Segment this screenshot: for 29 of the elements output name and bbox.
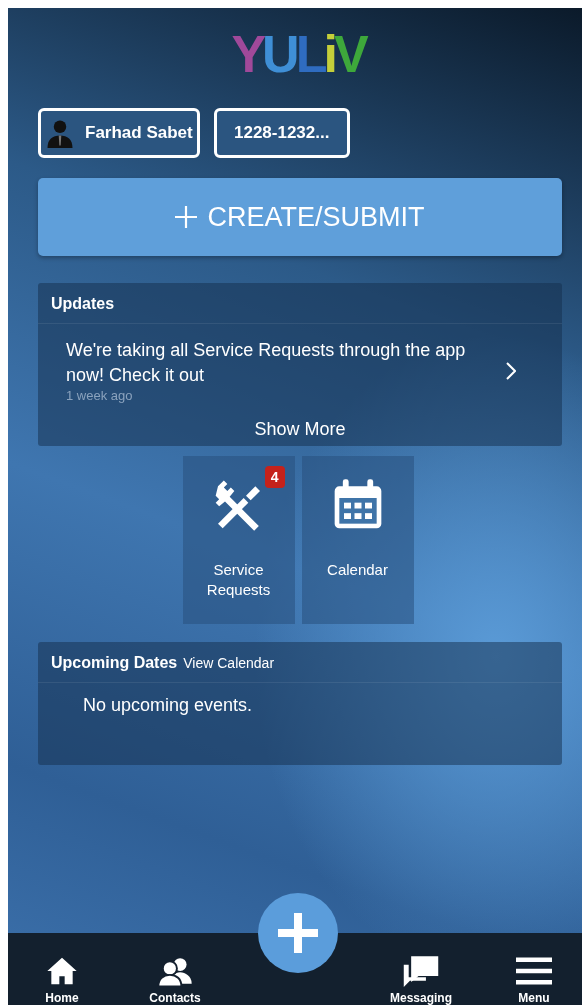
tile-label: Service Requests [205, 560, 272, 600]
people-icon [157, 955, 193, 987]
card-title: Upcoming Dates [51, 654, 178, 672]
contacts-tab[interactable]: Contacts [135, 955, 215, 1005]
plus-icon [175, 206, 198, 228]
logo-letter: Y [231, 28, 263, 80]
view-calendar-link[interactable]: View Calendar [183, 655, 275, 671]
home-tab[interactable]: Home [22, 955, 102, 1005]
messaging-tab[interactable]: Messaging [381, 955, 461, 1005]
chat-bubbles-icon [403, 955, 439, 987]
logo-letter: V [333, 28, 365, 80]
update-time: 1 week ago [66, 388, 134, 403]
account-button[interactable]: 1228-1232... [213, 108, 350, 158]
chevron-right-icon [506, 361, 516, 380]
plus-icon [278, 913, 318, 953]
count-badge: 4 [264, 466, 285, 488]
card-title: Updates [51, 295, 115, 313]
logo-letter: i [323, 28, 334, 80]
calendar-tile[interactable]: Calendar [301, 456, 414, 624]
show-more-link[interactable]: Show More [254, 419, 346, 440]
logo-letter: U [262, 28, 296, 80]
tile-label: Calendar [326, 560, 389, 580]
user-button[interactable]: Farhad Sabet [38, 108, 200, 158]
service-requests-tile[interactable]: 4 Service Requests [182, 456, 295, 624]
update-message: We're taking all Service Requests through the app now! Check it out [66, 339, 467, 387]
empty-message: No upcoming events. [82, 694, 254, 716]
menu-icon [516, 955, 552, 987]
menu-tab[interactable]: Menu [494, 955, 574, 1005]
update-item[interactable]: We're taking all Service Requests through the app now! Check it out 1 week ago [38, 324, 562, 403]
